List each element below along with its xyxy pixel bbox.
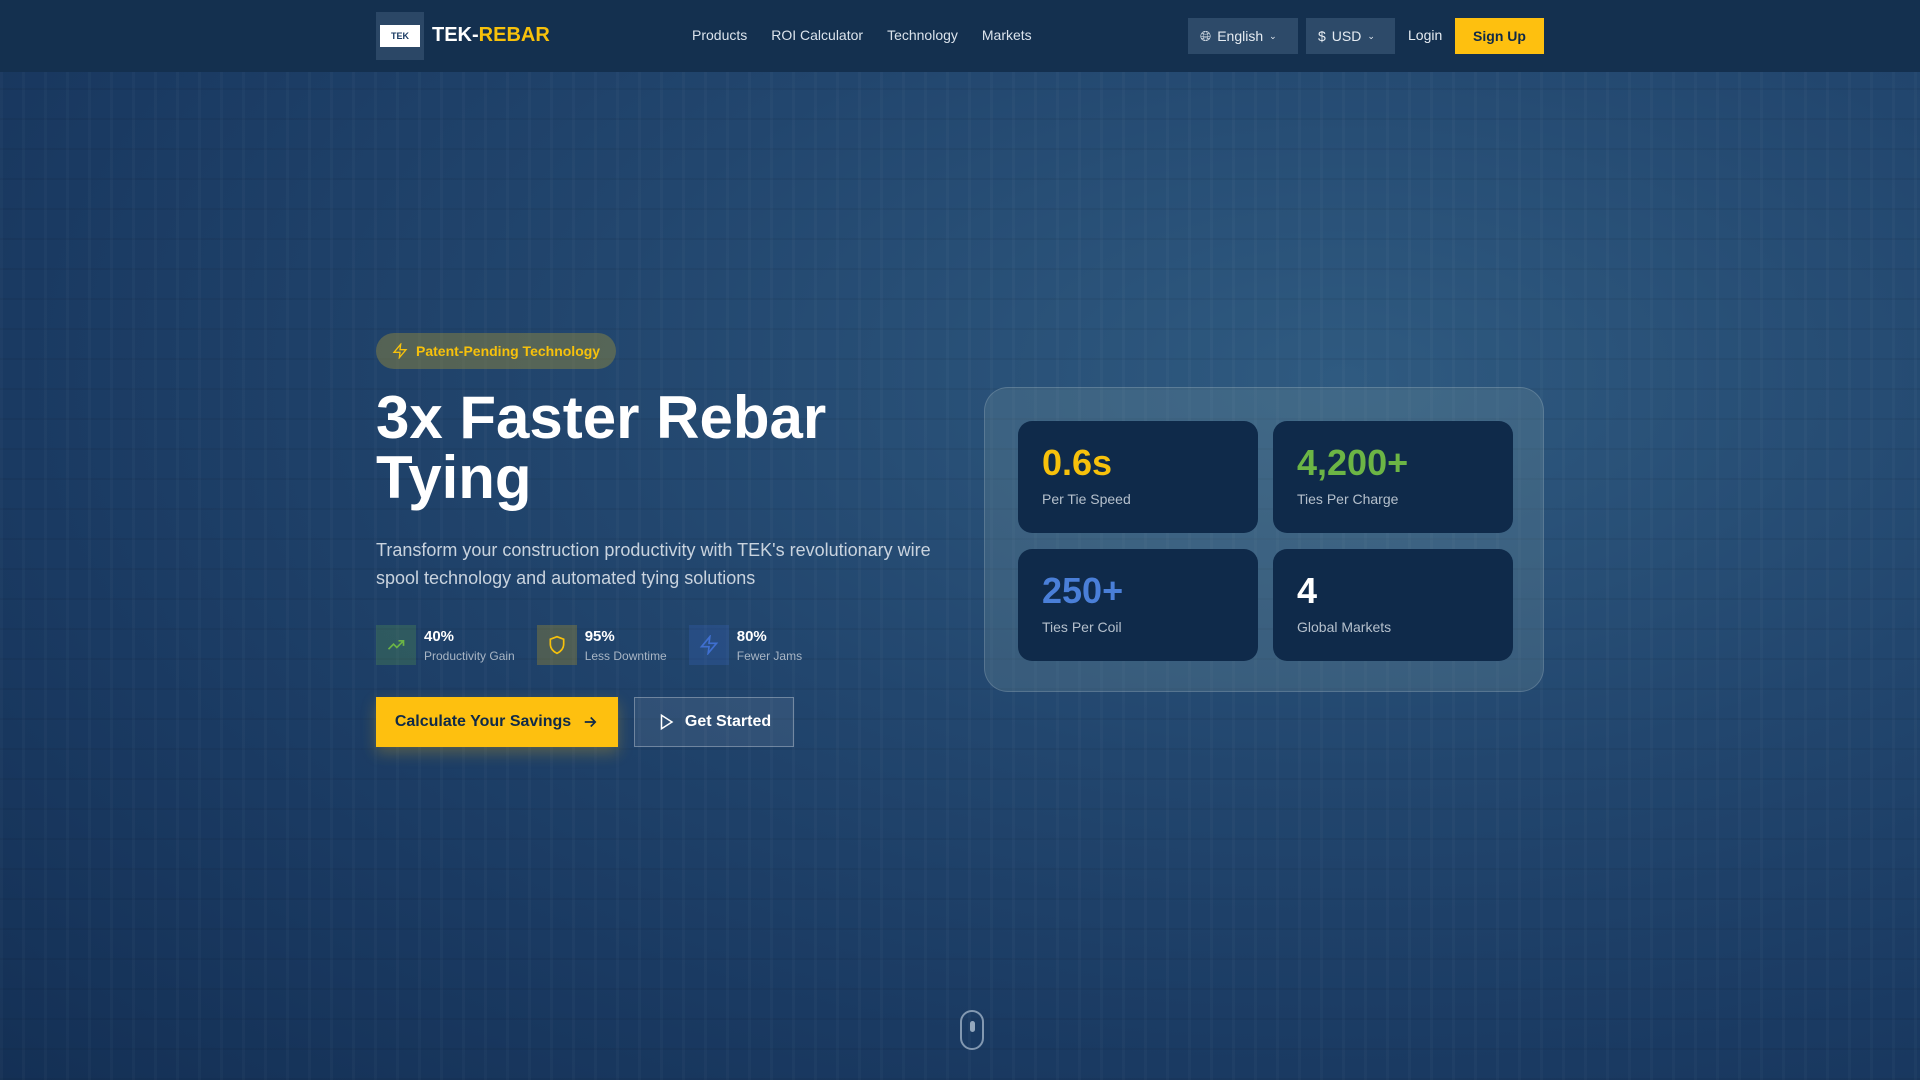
logo[interactable]: TEK <box>376 12 424 60</box>
trending-up-icon <box>376 625 416 665</box>
scroll-indicator-mouse-icon[interactable] <box>960 1010 984 1050</box>
navbar: TEK TEK-REBAR Products ROI Calculator Te… <box>0 0 1920 72</box>
chevron-down-icon: ⌄ <box>1269 30 1277 41</box>
patent-badge: Patent-Pending Technology <box>376 333 617 369</box>
nav-link-products[interactable]: Products <box>692 27 747 43</box>
hero-subtitle: Transform your construction productivity… <box>376 540 931 588</box>
language-selector[interactable]: 🌐︎ English ⌄ <box>1188 18 1298 54</box>
globe-icon: 🌐︎ <box>1200 27 1212 44</box>
stat-card-charge: 4,200+ Ties Per Charge <box>1273 421 1513 533</box>
play-icon <box>660 713 674 731</box>
lightning-icon <box>392 343 408 359</box>
currency-selector[interactable]: $ USD ⌄ <box>1306 18 1395 54</box>
hero-background-image <box>0 72 1920 1080</box>
arrow-right-icon <box>584 716 597 728</box>
feature-jams: 80% Fewer Jams <box>688 625 802 665</box>
nav-link-roi-calculator[interactable]: ROI Calculator <box>771 27 863 43</box>
feature-productivity: 40% Productivity Gain <box>376 625 515 665</box>
sign-up-button[interactable]: Sign Up <box>1455 18 1544 54</box>
nav-link-technology[interactable]: Technology <box>887 27 958 43</box>
get-started-button[interactable]: Get Started <box>634 697 794 747</box>
chevron-down-icon: ⌄ <box>1367 30 1375 41</box>
stat-card-coil: 250+ Ties Per Coil <box>1018 549 1258 661</box>
nav-link-markets[interactable]: Markets <box>982 27 1032 43</box>
shield-icon <box>536 625 577 665</box>
dollar-icon: $ <box>1318 28 1326 44</box>
lightning-icon <box>688 625 729 665</box>
feature-downtime: 95% Less Downtime <box>536 625 667 665</box>
stat-card-markets: 4 Global Markets <box>1273 549 1513 661</box>
stats-panel: 0.6s Per Tie Speed 4,200+ Ties Per Charge … <box>984 387 1544 692</box>
login-link[interactable]: Login <box>1408 27 1442 43</box>
calculate-savings-button[interactable]: Calculate Your Savings <box>376 697 618 747</box>
brand-name[interactable]: TEK-REBAR <box>432 24 550 47</box>
hero-title: 3x Faster Rebar Tying <box>376 384 827 511</box>
stat-card-speed: 0.6s Per Tie Speed <box>1018 421 1258 533</box>
